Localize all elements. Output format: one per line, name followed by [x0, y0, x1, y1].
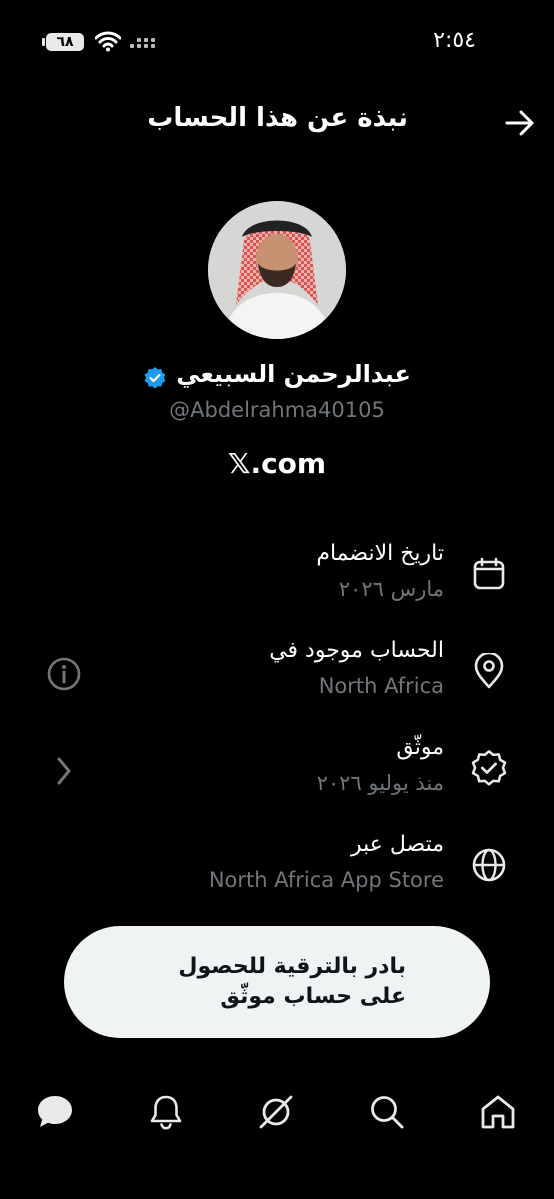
detail-value: مارس ٢٠٢٦	[338, 577, 444, 601]
battery-icon: ٦٨	[42, 33, 84, 51]
wifi-icon	[95, 31, 121, 52]
chat-icon	[38, 1096, 72, 1127]
detail-label: موثّق	[396, 735, 444, 760]
detail-label: تاريخ الانضمام	[316, 541, 444, 566]
detail-row-location: الحساب موجود في North Africa	[0, 634, 554, 710]
verified-badge-icon[interactable]	[143, 366, 167, 390]
calendar-icon	[470, 555, 508, 593]
nav-search[interactable]	[365, 1090, 409, 1134]
nav-grok[interactable]	[254, 1090, 298, 1134]
nav-home[interactable]	[476, 1090, 520, 1134]
status-bar: ٦٨ ٢:٥٤	[0, 0, 554, 80]
back-button[interactable]	[502, 105, 538, 141]
arrow-right-icon	[505, 110, 534, 136]
detail-row-join-date: تاريخ الانضمام مارس ٢٠٢٦	[0, 537, 554, 613]
upgrade-verified-button[interactable]: بادر بالترقية للحصول على حساب موثّق	[64, 926, 490, 1038]
signal-icon	[130, 38, 155, 48]
detail-value: North Africa App Store	[208, 868, 444, 892]
detail-label: الحساب موجود في	[269, 638, 444, 663]
verified-badge-outline-icon	[470, 749, 508, 787]
chevron-left-icon	[46, 753, 82, 789]
nav-notifications[interactable]	[144, 1090, 188, 1134]
page-title: نبذة عن هذا الحساب	[147, 103, 408, 133]
header: نبذة عن هذا الحساب	[0, 95, 554, 149]
avatar[interactable]	[208, 201, 346, 339]
nav-messages[interactable]	[33, 1090, 77, 1134]
detail-row-verified[interactable]: موثّق منذ يوليو ٢٠٢٦	[0, 731, 554, 807]
detail-row-connected-via: متصل عبر North Africa App Store	[0, 828, 554, 904]
site-label: 𝕏.com	[227, 447, 327, 480]
detail-value: منذ يوليو ٢٠٢٦	[316, 771, 444, 795]
profile-name: عبدالرحمن السبيعي	[176, 360, 411, 388]
info-button[interactable]	[46, 656, 82, 692]
upgrade-verified-label: بادر بالترقية للحصول على حساب موثّق	[178, 954, 406, 1009]
search-icon	[371, 1096, 404, 1129]
bell-icon	[150, 1095, 182, 1130]
profile-handle: @Abdelrahma40105	[169, 398, 385, 422]
home-icon	[481, 1095, 515, 1129]
profile-name-row: عبدالرحمن السبيعي	[0, 360, 554, 390]
profile-photo-icon	[208, 201, 346, 339]
clock: ٢:٥٤	[433, 28, 476, 53]
bottom-navigation	[0, 1080, 554, 1140]
battery-level: ٦٨	[56, 34, 74, 50]
grok-icon	[259, 1095, 293, 1129]
location-pin-icon	[470, 652, 508, 690]
info-icon	[47, 657, 81, 691]
detail-label: متصل عبر	[350, 832, 444, 857]
globe-icon	[470, 846, 508, 884]
detail-value: North Africa	[318, 674, 444, 698]
